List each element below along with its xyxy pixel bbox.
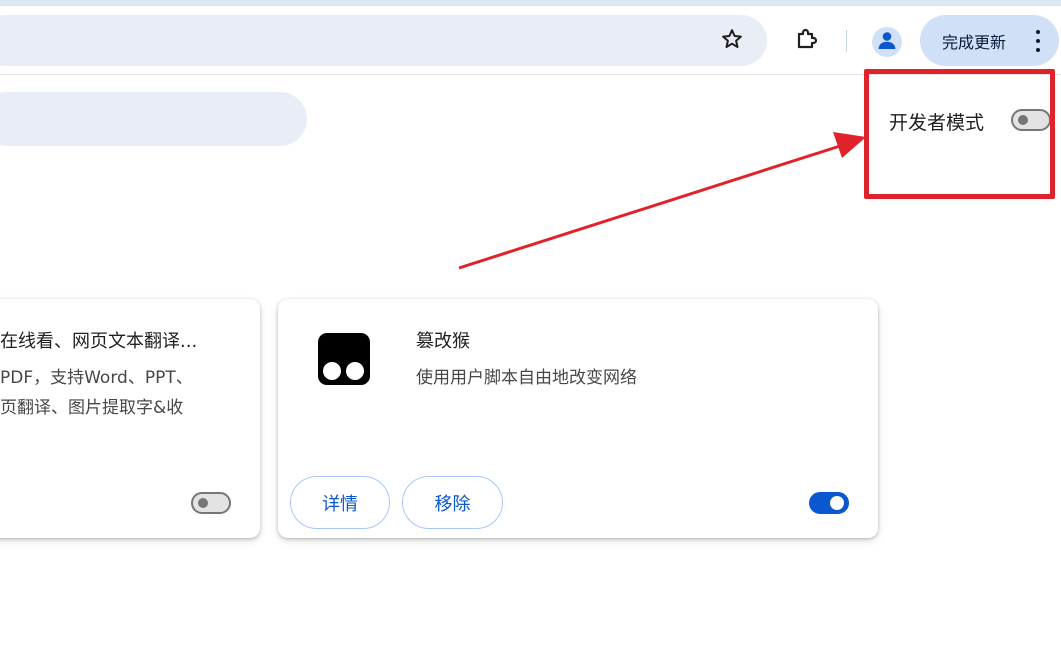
puzzle-icon xyxy=(793,25,821,57)
profile-button[interactable] xyxy=(872,27,902,57)
toggle-knob xyxy=(198,498,208,508)
extension-card-translator: 在线看、网页文本翻译... PDF，支持Word、PPT、 页翻译、图片提取字&… xyxy=(0,299,260,538)
update-button[interactable]: 完成更新 xyxy=(920,15,1059,66)
bookmark-star-button[interactable] xyxy=(716,26,748,56)
extension-title: 在线看、网页文本翻译... xyxy=(0,331,198,352)
extension-title: 篡改猴 xyxy=(416,331,470,352)
extension-description-line: PDF，支持Word、PPT、 xyxy=(0,368,193,388)
extension-description: PDF，支持Word、PPT、 页翻译、图片提取字&收 xyxy=(0,363,250,423)
address-bar[interactable] xyxy=(0,15,767,66)
extensions-button[interactable] xyxy=(790,24,824,58)
tampermonkey-icon xyxy=(318,333,370,385)
extension-description: 使用用户脚本自由地改变网络 xyxy=(416,368,637,388)
toolbar-divider xyxy=(846,30,847,52)
extension-description-line: 页翻译、图片提取字&收 xyxy=(0,398,184,418)
more-vert-icon[interactable] xyxy=(1035,30,1041,52)
toggle-knob xyxy=(830,496,844,510)
extension-enable-toggle[interactable] xyxy=(191,492,231,514)
remove-button[interactable]: 移除 xyxy=(402,476,503,529)
search-extensions-input[interactable] xyxy=(0,92,307,146)
person-icon xyxy=(876,29,898,55)
annotation-highlight-box xyxy=(864,69,1055,199)
extension-card-tampermonkey: 篡改猴 使用用户脚本自由地改变网络 详情 移除 xyxy=(278,299,878,538)
extension-enable-toggle[interactable] xyxy=(809,492,849,514)
update-button-label: 完成更新 xyxy=(942,32,1007,52)
star-icon xyxy=(720,27,744,55)
browser-toolbar: 完成更新 xyxy=(0,6,1061,75)
details-button[interactable]: 详情 xyxy=(290,476,390,529)
